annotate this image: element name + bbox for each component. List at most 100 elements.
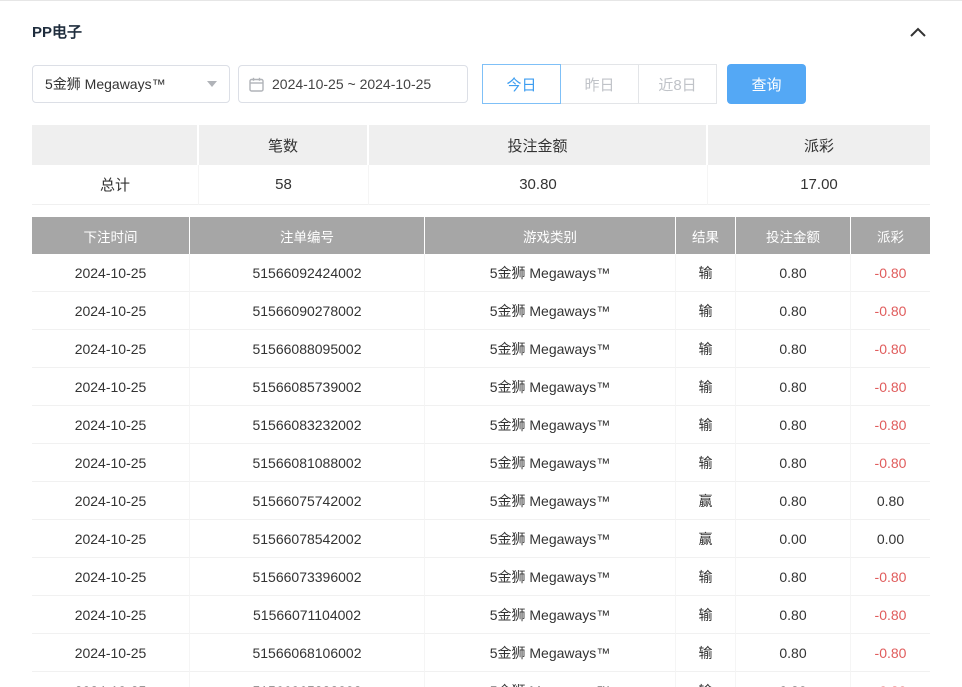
summary-header-count: 笔数: [199, 125, 369, 165]
cell-bet-time: 2024-10-25: [32, 634, 190, 672]
cell-bet-time: 2024-10-25: [32, 558, 190, 596]
cell-game-type: 5金狮 Megaways™: [425, 558, 676, 596]
quick-filter-group: 今日 昨日 近8日: [482, 64, 717, 104]
cell-result: 输: [676, 634, 736, 672]
cell-bet-time: 2024-10-25: [32, 292, 190, 330]
cell-game-type: 5金狮 Megaways™: [425, 596, 676, 634]
bet-table-header-row: 下注时间 注单编号 游戏类别 结果 投注金额 派彩: [32, 217, 930, 254]
bet-table-body: 2024-10-25 51566092424002 5金狮 Megaways™ …: [32, 254, 930, 687]
summary-total-row: 总计 58 30.80 17.00: [32, 165, 930, 205]
cell-result: 输: [676, 672, 736, 687]
table-row: 2024-10-25 51566073396002 5金狮 Megaways™ …: [32, 558, 930, 596]
table-row: 2024-10-25 51566075742002 5金狮 Megaways™ …: [32, 482, 930, 520]
cell-result: 赢: [676, 520, 736, 558]
summary-table: 笔数 投注金额 派彩 总计 58 30.80 17.00: [32, 125, 930, 205]
cell-order-id: 51566071104002: [190, 596, 425, 634]
chevron-down-icon: [207, 81, 217, 87]
table-row: 2024-10-25 51566090278002 5金狮 Megaways™ …: [32, 292, 930, 330]
cell-order-id: 51566075742002: [190, 482, 425, 520]
col-header-game-type: 游戏类别: [425, 217, 676, 254]
cell-bet-time: 2024-10-25: [32, 254, 190, 292]
col-header-order-id: 注单编号: [190, 217, 425, 254]
cell-payout: -0.80: [851, 254, 930, 292]
cell-order-id: 51566092424002: [190, 254, 425, 292]
cell-payout: -0.80: [851, 330, 930, 368]
game-select[interactable]: 5金狮 Megaways™: [32, 65, 230, 103]
cell-order-id: 51566083232002: [190, 406, 425, 444]
bet-records-table: 下注时间 注单编号 游戏类别 结果 投注金额 派彩 2024-10-25 515…: [32, 217, 930, 687]
cell-game-type: 5金狮 Megaways™: [425, 444, 676, 482]
cell-payout: -0.80: [851, 672, 930, 687]
cell-order-id: 51566068106002: [190, 634, 425, 672]
cell-result: 输: [676, 596, 736, 634]
col-header-result: 结果: [676, 217, 736, 254]
cell-bet-amount: 0.80: [736, 596, 851, 634]
table-row: 2024-10-25 51566085739002 5金狮 Megaways™ …: [32, 368, 930, 406]
col-header-bet-amount: 投注金额: [736, 217, 851, 254]
summary-total-count: 58: [199, 165, 369, 205]
cell-result: 输: [676, 444, 736, 482]
date-range-input[interactable]: 2024-10-25 ~ 2024-10-25: [238, 65, 468, 103]
cell-order-id: 51566085739002: [190, 368, 425, 406]
cell-result: 输: [676, 368, 736, 406]
calendar-icon: [249, 77, 264, 92]
filter-bar: 5金狮 Megaways™ 2024-10-25 ~ 2024-10-25 今日…: [32, 64, 930, 104]
collapse-panel-button[interactable]: [902, 25, 934, 39]
search-button[interactable]: 查询: [727, 64, 806, 104]
cell-game-type: 5金狮 Megaways™: [425, 330, 676, 368]
table-row: 2024-10-25 51566068106002 5金狮 Megaways™ …: [32, 634, 930, 672]
cell-bet-time: 2024-10-25: [32, 482, 190, 520]
summary-header-payout: 派彩: [708, 125, 930, 165]
cell-result: 赢: [676, 482, 736, 520]
cell-order-id: 51566065232002: [190, 672, 425, 687]
cell-game-type: 5金狮 Megaways™: [425, 368, 676, 406]
cell-order-id: 51566088095002: [190, 330, 425, 368]
cell-bet-amount: 0.80: [736, 558, 851, 596]
table-row: 2024-10-25 51566065232002 5金狮 Megaways™ …: [32, 672, 930, 687]
cell-payout: -0.80: [851, 634, 930, 672]
cell-order-id: 51566073396002: [190, 558, 425, 596]
cell-result: 输: [676, 558, 736, 596]
cell-bet-time: 2024-10-25: [32, 672, 190, 687]
cell-game-type: 5金狮 Megaways™: [425, 254, 676, 292]
cell-bet-amount: 0.80: [736, 368, 851, 406]
table-row: 2024-10-25 51566078542002 5金狮 Megaways™ …: [32, 520, 930, 558]
cell-payout: -0.80: [851, 444, 930, 482]
cell-order-id: 51566078542002: [190, 520, 425, 558]
table-row: 2024-10-25 51566071104002 5金狮 Megaways™ …: [32, 596, 930, 634]
cell-order-id: 51566081088002: [190, 444, 425, 482]
table-row: 2024-10-25 51566081088002 5金狮 Megaways™ …: [32, 444, 930, 482]
cell-bet-amount: 0.80: [736, 482, 851, 520]
cell-bet-amount: 0.00: [736, 520, 851, 558]
cell-order-id: 51566090278002: [190, 292, 425, 330]
cell-bet-time: 2024-10-25: [32, 330, 190, 368]
summary-total-payout: 17.00: [708, 165, 930, 205]
cell-bet-time: 2024-10-25: [32, 368, 190, 406]
quick-filter-yesterday[interactable]: 昨日: [560, 64, 639, 104]
summary-total-bet: 30.80: [369, 165, 708, 205]
col-header-bet-time: 下注时间: [32, 217, 190, 254]
cell-bet-time: 2024-10-25: [32, 406, 190, 444]
cell-bet-amount: 0.80: [736, 292, 851, 330]
pp-electronics-panel: PP电子 5金狮 Megaways™ 2024-10: [0, 0, 962, 687]
summary-total-label: 总计: [32, 165, 199, 205]
quick-filter-last-8-days[interactable]: 近8日: [638, 64, 717, 104]
quick-filter-today[interactable]: 今日: [482, 64, 561, 104]
cell-game-type: 5金狮 Megaways™: [425, 482, 676, 520]
cell-result: 输: [676, 292, 736, 330]
cell-game-type: 5金狮 Megaways™: [425, 292, 676, 330]
panel-title: PP电子: [32, 21, 82, 42]
cell-result: 输: [676, 254, 736, 292]
summary-header-blank: [32, 125, 199, 165]
cell-payout: -0.80: [851, 368, 930, 406]
table-row: 2024-10-25 51566083232002 5金狮 Megaways™ …: [32, 406, 930, 444]
cell-result: 输: [676, 330, 736, 368]
cell-result: 输: [676, 406, 736, 444]
cell-payout: 0.80: [851, 482, 930, 520]
cell-bet-amount: 0.80: [736, 444, 851, 482]
cell-payout: -0.80: [851, 406, 930, 444]
table-row: 2024-10-25 51566092424002 5金狮 Megaways™ …: [32, 254, 930, 292]
cell-bet-amount: 0.80: [736, 406, 851, 444]
cell-bet-amount: 0.80: [736, 672, 851, 687]
cell-payout: 0.00: [851, 520, 930, 558]
